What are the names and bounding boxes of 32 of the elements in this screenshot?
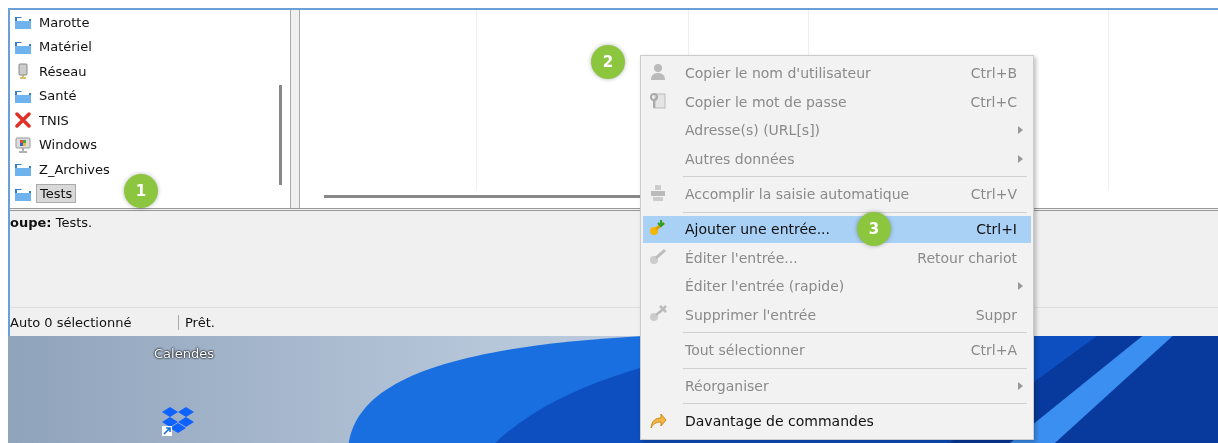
status-text: Auto 0 sélectionné xyxy=(10,314,179,330)
folder-icon xyxy=(14,161,32,178)
shortcut-text: Ctrl+B xyxy=(970,65,1017,82)
tree-item[interactable]: Réseau xyxy=(36,62,90,80)
scrollbar-thumb[interactable] xyxy=(279,85,282,185)
shortcut-text: Ctrl+V xyxy=(970,186,1017,203)
computer-icon xyxy=(14,136,32,153)
tree-item[interactable]: Tests xyxy=(36,184,77,204)
menu-item[interactable]: Davantage de commandes xyxy=(643,407,1031,436)
shortcut-text: Ctrl+C xyxy=(970,93,1017,110)
desktop-icon-label[interactable]: Calendes xyxy=(154,346,214,361)
group-info-text: oupe: Tests. xyxy=(10,215,93,230)
cross-icon xyxy=(14,112,32,129)
user-icon xyxy=(649,63,667,82)
shortcut-text: Suppr xyxy=(975,306,1017,323)
key-edit-icon xyxy=(649,247,667,266)
key-delete-icon xyxy=(649,304,667,323)
key-add-icon xyxy=(649,219,667,237)
box-shortcut-icon[interactable] xyxy=(162,406,194,436)
shortcut-text: Ctrl+I xyxy=(976,221,1017,237)
tree-item[interactable]: Marotte xyxy=(36,13,93,31)
status-text: Prêt. xyxy=(184,314,216,330)
curved-arrow-icon xyxy=(649,411,667,430)
shortcut-text: Ctrl+A xyxy=(970,342,1017,359)
folder-icon xyxy=(14,14,32,31)
tree-item[interactable]: Santé xyxy=(36,87,80,105)
shortcut-text: Retour chariot xyxy=(917,249,1017,266)
tree-item[interactable]: Z_Archives xyxy=(36,160,113,178)
tree-item[interactable]: TNIS xyxy=(36,111,72,129)
key-icon xyxy=(649,91,667,110)
tree-item[interactable]: Matériel xyxy=(36,38,95,56)
tree-item[interactable]: Windows xyxy=(36,136,101,154)
